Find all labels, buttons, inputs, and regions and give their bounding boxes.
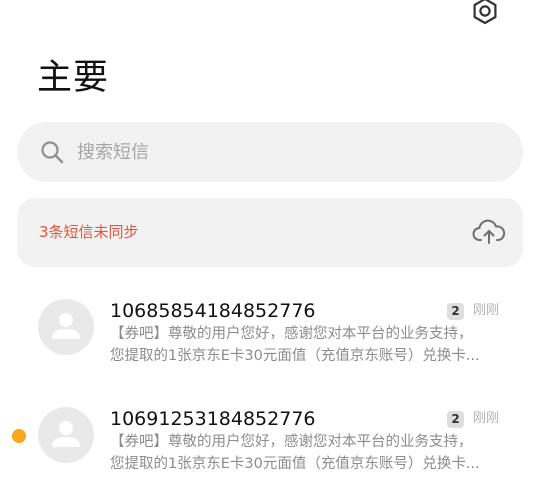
message-preview-line-2: 您提取的1张京东E卡30元面值（充值京东账号）兑换卡... xyxy=(110,348,480,364)
search-bar[interactable] xyxy=(17,122,523,182)
message-preview-line-2: 您提取的1张京东E卡30元面值（充值京东账号）兑换卡... xyxy=(110,456,480,472)
sender-number: 10685854184852776 xyxy=(110,300,316,322)
person-icon xyxy=(52,313,80,339)
cloud-upload-icon[interactable] xyxy=(472,218,506,246)
settings-button[interactable] xyxy=(468,0,502,28)
message-item[interactable]: 10691253184852776 2 刚刚 【券吧】尊敬的用户您好，感谢您对本… xyxy=(0,404,540,504)
sync-notice-card[interactable]: 3条短信未同步 xyxy=(17,198,523,267)
search-icon xyxy=(41,141,64,164)
unread-dot xyxy=(12,429,26,443)
message-count-badge: 2 xyxy=(447,411,464,428)
message-count-badge: 2 xyxy=(447,303,464,320)
person-icon xyxy=(52,421,80,447)
message-preview-line-1: 【券吧】尊敬的用户您好，感谢您对本平台的业务支持， xyxy=(110,434,473,450)
search-input[interactable] xyxy=(77,122,497,182)
settings-icon xyxy=(473,0,497,25)
sender-number: 10691253184852776 xyxy=(110,408,316,430)
message-time: 刚刚 xyxy=(473,303,500,318)
message-item[interactable]: 10685854184852776 2 刚刚 【券吧】尊敬的用户您好，感谢您对本… xyxy=(0,296,540,396)
avatar xyxy=(38,407,94,463)
message-time: 刚刚 xyxy=(473,411,500,426)
message-preview-line-1: 【券吧】尊敬的用户您好，感谢您对本平台的业务支持， xyxy=(110,326,473,342)
avatar xyxy=(38,299,94,355)
page-title: 主要 xyxy=(37,58,110,98)
sync-notice-text: 3条短信未同步 xyxy=(39,223,139,241)
